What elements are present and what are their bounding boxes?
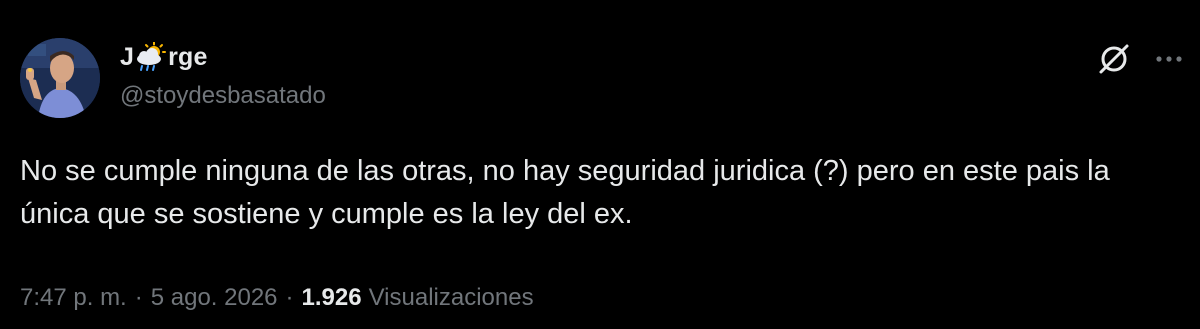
sun-behind-rain-cloud-emoji-icon [134, 41, 168, 72]
views-count: 1.926 [301, 284, 362, 311]
tweet-text: No se cumple ninguna de las otras, no ha… [20, 155, 1110, 230]
tweet-meta: 7:47 p. m. · 5 ago. 2026 · 1.926 Visuali… [20, 284, 534, 312]
author-display-name[interactable]: J rge [120, 41, 208, 72]
author-name-row[interactable]: J rge [120, 40, 208, 74]
tweet-time[interactable]: 7:47 p. m. [20, 284, 127, 312]
author-name-suffix: rge [168, 42, 208, 71]
meta-separator: · [134, 284, 143, 311]
tweet-date[interactable]: 5 ago. 2026 [151, 284, 278, 312]
avatar[interactable] [20, 38, 100, 118]
views-label: Visualizaciones [368, 284, 534, 311]
grok-icon[interactable] [1095, 40, 1133, 78]
author-handle[interactable]: @stoydesbasatado [120, 82, 326, 110]
more-icon[interactable] [1152, 42, 1186, 76]
meta-separator: · [285, 284, 294, 311]
tweet: J rge @stoydesbasatado No se cumple ning… [0, 0, 1200, 329]
author-name-prefix: J [120, 42, 135, 71]
